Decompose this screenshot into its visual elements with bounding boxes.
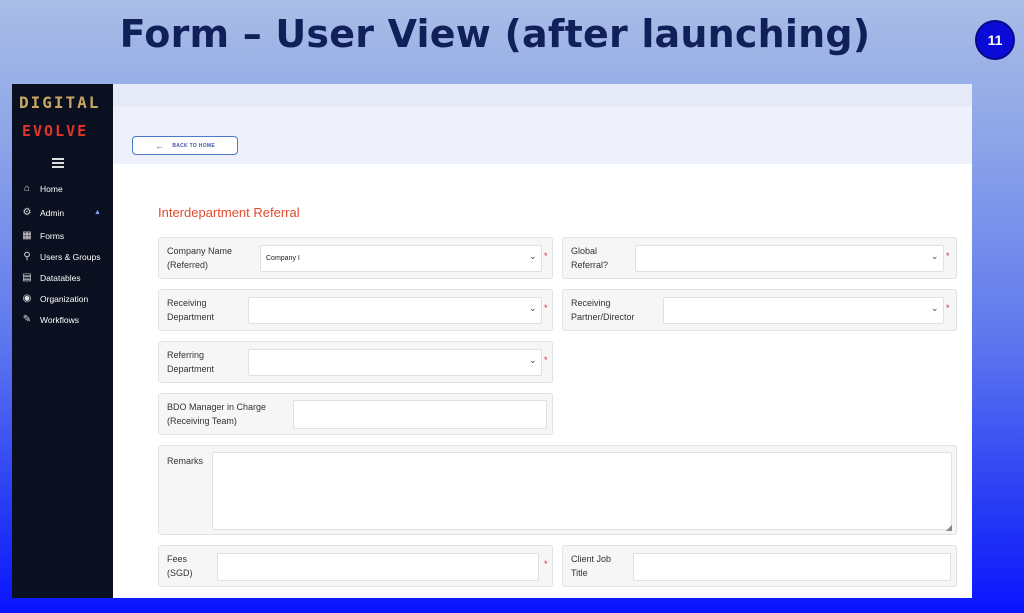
required-asterisk: * <box>544 251 548 261</box>
sidebar-item-datatables[interactable]: ▤ Datatables <box>20 272 81 283</box>
top-header-bar <box>113 84 972 106</box>
chevron-down-icon: ⌄ <box>529 251 537 261</box>
receiving-partner-field: Receiving Partner/Director ⌄ * <box>562 289 957 331</box>
table-icon: ▤ <box>22 272 32 283</box>
fees-input[interactable] <box>217 553 539 581</box>
back-to-home-button[interactable]: ← BACK TO HOME <box>132 136 238 155</box>
chevron-down-icon: ⌄ <box>931 251 939 261</box>
user-icon: ⚲ <box>23 251 31 262</box>
remarks-textarea[interactable] <box>212 452 952 530</box>
client-job-title-label: Client Job Title <box>571 554 612 578</box>
logo-text-digital: DIGITAL <box>19 93 101 112</box>
chevron-up-icon[interactable]: ▲ <box>94 209 101 216</box>
sidebar-item-label: Forms <box>40 230 65 241</box>
fees-label: Fees (SGD) <box>167 554 193 578</box>
eye-icon: ◉ <box>22 293 32 304</box>
sidebar-item-label: Home <box>40 183 63 194</box>
sidebar-item-users-groups[interactable]: ⚲ Users & Groups <box>20 251 100 262</box>
receiving-department-select[interactable] <box>248 297 542 324</box>
receiving-partner-select[interactable] <box>663 297 944 324</box>
resize-handle-icon[interactable]: ◢ <box>946 523 952 532</box>
required-asterisk: * <box>544 355 548 365</box>
required-asterisk: * <box>946 303 950 313</box>
required-asterisk: * <box>544 303 548 313</box>
chevron-down-icon: ⌄ <box>529 355 537 365</box>
remarks-field: Remarks ◢ <box>158 445 957 535</box>
gear-icon: ⚙ <box>22 207 32 218</box>
company-name-label: Company Name (Referred) <box>167 246 233 270</box>
required-asterisk: * <box>946 251 950 261</box>
back-navigation-bar: ← BACK TO HOME <box>113 106 972 164</box>
bdo-manager-input[interactable] <box>293 400 547 429</box>
remarks-label: Remarks <box>167 456 204 466</box>
back-to-home-label: BACK TO HOME <box>172 142 215 149</box>
receiving-department-label: Receiving Department <box>167 298 215 322</box>
pencil-icon: ✎ <box>22 314 32 325</box>
app-screenshot: DIGITAL EVOLVE ⌂ Home ⚙ Admin ▲ ▦ Forms … <box>12 84 972 598</box>
global-referral-select[interactable] <box>635 245 944 272</box>
logo-text-evolve: EVOLVE <box>22 122 89 140</box>
fees-field: Fees (SGD) * <box>158 545 553 587</box>
form-area: Interdepartment Referral Company Name (R… <box>113 164 972 598</box>
company-name-field: Company Name (Referred) Company I ⌄ * <box>158 237 553 279</box>
sidebar-item-label: Datatables <box>40 272 81 283</box>
referring-department-field: Referring Department ⌄ * <box>158 341 553 383</box>
sidebar-item-label: Organization <box>40 293 89 304</box>
referring-department-select[interactable] <box>248 349 542 376</box>
sidebar-item-home[interactable]: ⌂ Home <box>20 183 63 194</box>
receiving-partner-label: Receiving Partner/Director <box>571 298 635 322</box>
sidebar-item-admin[interactable]: ⚙ Admin <box>20 207 65 218</box>
chevron-down-icon: ⌄ <box>529 303 537 313</box>
global-referral-label: Global Referral? <box>571 246 609 270</box>
sidebar-item-label: Admin <box>40 207 65 218</box>
client-job-title-field: Client Job Title <box>562 545 957 587</box>
sidebar-item-label: Workflows <box>40 314 80 325</box>
arrow-left-icon: ← <box>155 140 165 151</box>
sidebar-item-forms[interactable]: ▦ Forms <box>20 230 64 241</box>
required-asterisk: * <box>544 559 548 569</box>
chevron-down-icon: ⌄ <box>931 303 939 313</box>
grid-icon: ▦ <box>22 230 32 241</box>
slide-title: Form – User View (after launching) <box>119 12 871 56</box>
receiving-department-field: Receiving Department ⌄ * <box>158 289 553 331</box>
hamburger-menu-icon[interactable] <box>52 158 64 170</box>
referring-department-label: Referring Department <box>167 350 215 374</box>
company-name-select[interactable]: Company I <box>260 245 542 272</box>
sidebar: DIGITAL EVOLVE ⌂ Home ⚙ Admin ▲ ▦ Forms … <box>12 84 113 598</box>
form-title: Interdepartment Referral <box>158 205 300 220</box>
global-referral-field: Global Referral? ⌄ * <box>562 237 957 279</box>
client-job-title-input[interactable] <box>633 553 951 581</box>
sidebar-item-organization[interactable]: ◉ Organization <box>20 293 89 304</box>
sidebar-item-label: Users & Groups <box>40 251 101 262</box>
home-icon: ⌂ <box>23 183 31 194</box>
bdo-manager-field: BDO Manager in Charge (Receiving Team) <box>158 393 553 435</box>
slide-number-badge: 11 <box>975 20 1015 60</box>
bdo-manager-label: BDO Manager in Charge (Receiving Team) <box>167 402 267 426</box>
sidebar-item-workflows[interactable]: ✎ Workflows <box>20 314 79 325</box>
